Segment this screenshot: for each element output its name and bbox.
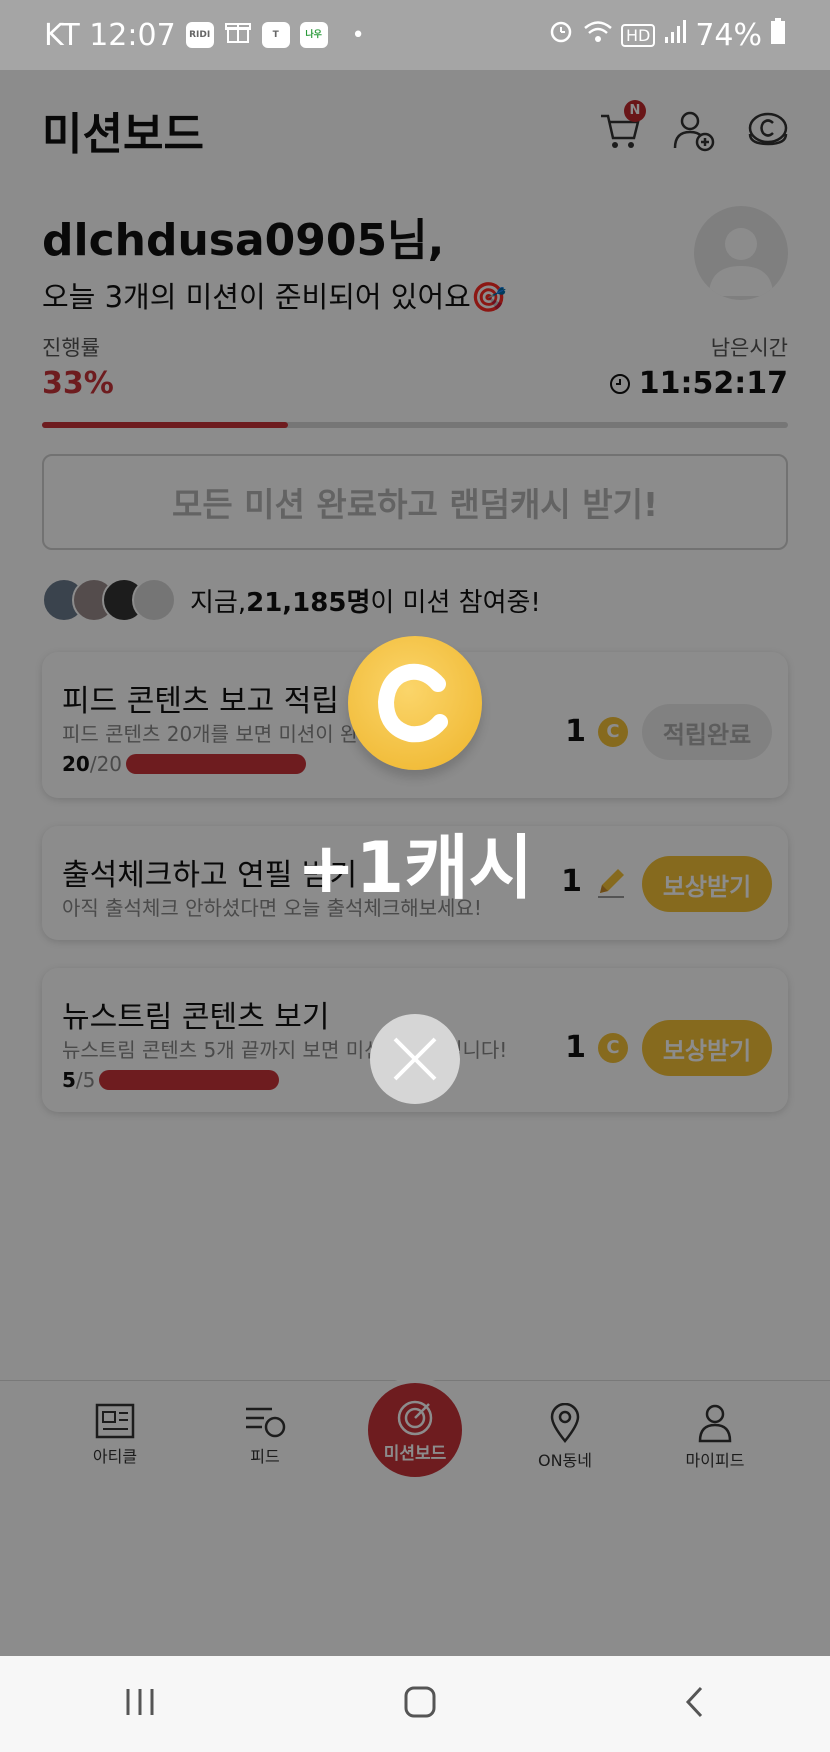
- gift-icon: [224, 17, 252, 53]
- recent-apps-icon: [126, 1689, 154, 1715]
- signal-icon: [663, 18, 687, 53]
- ridi-app-icon: RIDI: [185, 22, 214, 48]
- back-icon: [685, 1686, 703, 1718]
- battery-icon: [770, 17, 786, 53]
- close-icon: [393, 1037, 437, 1081]
- wifi-icon: [583, 18, 613, 53]
- recent-apps-button[interactable]: [123, 1687, 157, 1721]
- battery-percent: 74%: [695, 17, 762, 53]
- home-icon: [404, 1686, 436, 1718]
- system-nav-bar: [0, 1656, 830, 1752]
- alarm-icon: [547, 17, 575, 53]
- nau-app-icon: 나우: [299, 22, 328, 48]
- reward-amount-text: +1캐시: [296, 827, 534, 909]
- hd-icon: HD: [620, 23, 656, 47]
- home-button[interactable]: [403, 1685, 437, 1723]
- t-app-icon: T: [261, 22, 290, 48]
- back-button[interactable]: [683, 1685, 707, 1723]
- carrier-time: KT 12:07: [44, 17, 176, 53]
- status-bar: KT 12:07 RIDI T 나우 • HD 74%: [0, 0, 830, 70]
- reward-coin-icon: [348, 636, 482, 770]
- close-button[interactable]: [370, 1014, 460, 1104]
- notification-dot: •: [351, 22, 365, 48]
